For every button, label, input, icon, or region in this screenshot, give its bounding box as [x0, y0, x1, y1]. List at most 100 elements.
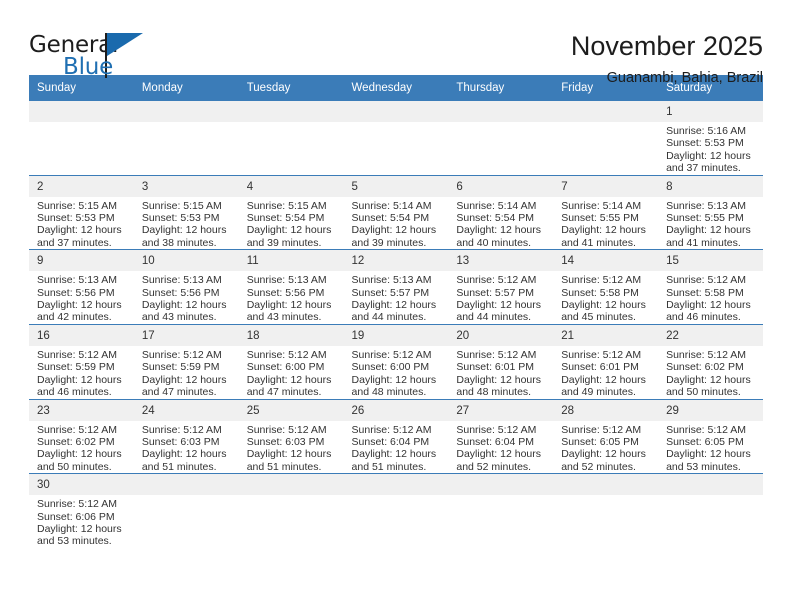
day-detail-line: Daylight: 12 hours — [37, 373, 122, 386]
day-details: Sunrise: 5:15 AM Sunset: 5:53 PM Daylight:… — [134, 197, 239, 250]
day-number: 22 — [658, 324, 763, 346]
day-detail-line: Daylight: 12 hours — [666, 448, 751, 461]
calendar-day-cell-empty — [448, 473, 554, 548]
calendar-day-cell[interactable]: 3 Sunrise: 5:15 AM Sunset: 5:53 PM Daylight… — [133, 175, 239, 251]
day-detail-line: Daylight: 12 hours — [666, 373, 751, 386]
day-detail-line: Daylight: 12 hours — [561, 448, 646, 461]
calendar-day-cell[interactable]: 23 Sunrise: 5:12 AM Sunset: 6:02 PM Dayligh… — [29, 399, 134, 475]
day-detail-line: and 43 minutes. — [246, 311, 322, 324]
calendar-day-cell[interactable]: 8 Sunrise: 5:13 AM Sunset: 5:55 PM Daylight… — [658, 175, 763, 251]
day-number: 13 — [448, 250, 554, 272]
day-detail-line: Sunrise: 5:14 AM — [456, 199, 537, 212]
day-details: Sunrise: 5:12 AM Sunset: 5:59 PM Daylight:… — [134, 346, 239, 399]
brand-logo[interactable]: General Blue — [29, 30, 149, 82]
day-detail-line: and 52 minutes. — [561, 460, 636, 473]
day-number: 27 — [448, 399, 554, 421]
day-detail-line: Sunrise: 5:13 AM — [37, 274, 117, 287]
day-detail-line: Sunrise: 5:12 AM — [456, 274, 537, 287]
day-number: 14 — [553, 250, 659, 272]
day-detail-line: Daylight: 12 hours — [561, 224, 646, 237]
day-detail-line: Daylight: 12 hours — [561, 373, 646, 386]
day-number: 9 — [29, 250, 134, 272]
day-detail-line: and 46 minutes. — [37, 386, 112, 399]
day-detail-line: and 41 minutes. — [666, 236, 741, 249]
day-details: Sunrise: 5:12 AM Sunset: 6:05 PM Daylight:… — [658, 421, 763, 474]
day-number: 12 — [343, 250, 449, 272]
calendar-day-cell[interactable]: 22 Sunrise: 5:12 AM Sunset: 6:02 PM Dayligh… — [658, 324, 763, 400]
calendar-body: 1 Sunrise: 5:16 AM Sunset: 5:53 PM Daylight… — [29, 101, 763, 548]
day-details: Sunrise: 5:12 AM Sunset: 6:05 PM Daylight:… — [553, 421, 658, 474]
day-number — [133, 101, 239, 122]
day-detail-line: Sunrise: 5:12 AM — [456, 423, 537, 436]
day-detail-line: Sunset: 5:53 PM — [141, 212, 220, 225]
calendar-day-cell[interactable]: 10 Sunrise: 5:13 AM Sunset: 5:56 PM Dayligh… — [133, 249, 239, 325]
day-number: 30 — [29, 474, 134, 496]
day-detail-line: and 43 minutes. — [141, 311, 217, 324]
day-number: 29 — [658, 399, 763, 421]
day-detail-line: and 37 minutes. — [37, 236, 112, 249]
calendar-day-cell[interactable]: 29 Sunrise: 5:12 AM Sunset: 6:05 PM Dayligh… — [658, 399, 763, 475]
day-detail-line: Daylight: 12 hours — [141, 224, 227, 237]
day-detail-line: Sunset: 6:00 PM — [246, 361, 325, 374]
calendar-day-cell[interactable]: 19 Sunrise: 5:12 AM Sunset: 6:00 PM Dayligh… — [343, 324, 449, 400]
calendar-day-cell[interactable]: 18 Sunrise: 5:12 AM Sunset: 6:00 PM Dayligh… — [238, 324, 344, 400]
calendar-day-cell[interactable]: 12 Sunrise: 5:13 AM Sunset: 5:57 PM Dayligh… — [343, 249, 449, 325]
day-detail-line: and 46 minutes. — [666, 311, 741, 324]
calendar-day-cell[interactable]: 1 Sunrise: 5:16 AM Sunset: 5:53 PM Daylight… — [658, 101, 763, 176]
calendar-day-cell[interactable]: 2 Sunrise: 5:15 AM Sunset: 5:53 PM Daylight… — [29, 175, 134, 251]
day-number — [238, 474, 344, 496]
calendar-day-cell-empty — [238, 473, 344, 548]
day-number: 11 — [238, 250, 344, 272]
day-number — [553, 474, 659, 496]
page-title: November 2025 — [570, 31, 763, 61]
calendar-day-cell[interactable]: 9 Sunrise: 5:13 AM Sunset: 5:56 PM Daylight… — [29, 249, 134, 325]
day-detail-line: Sunset: 6:05 PM — [561, 435, 639, 448]
day-detail-line: and 51 minutes. — [351, 460, 427, 473]
day-number — [133, 474, 239, 496]
calendar-day-cell[interactable]: 28 Sunrise: 5:12 AM Sunset: 6:05 PM Dayligh… — [553, 399, 659, 475]
day-number — [658, 474, 763, 496]
day-detail-line: and 44 minutes. — [456, 311, 532, 324]
day-detail-line: Daylight: 12 hours — [37, 522, 122, 535]
calendar-day-cell[interactable]: 6 Sunrise: 5:14 AM Sunset: 5:54 PM Daylight… — [448, 175, 554, 251]
calendar-day-cell[interactable]: 5 Sunrise: 5:14 AM Sunset: 5:54 PM Daylight… — [343, 175, 449, 251]
day-detail-line: and 51 minutes. — [141, 460, 217, 473]
calendar-day-cell[interactable]: 14 Sunrise: 5:12 AM Sunset: 5:58 PM Dayligh… — [553, 249, 659, 325]
day-detail-line: Daylight: 12 hours — [246, 224, 332, 237]
day-number — [238, 101, 344, 122]
day-details: Sunrise: 5:12 AM Sunset: 5:57 PM Daylight:… — [448, 271, 553, 324]
day-detail-line: Sunrise: 5:12 AM — [37, 498, 117, 511]
calendar-day-cell-empty — [553, 101, 659, 176]
calendar-week-row: 16 Sunrise: 5:12 AM Sunset: 5:59 PM Dayligh… — [29, 324, 763, 400]
day-detail-line: Sunset: 5:57 PM — [351, 286, 430, 299]
calendar-day-cell[interactable]: 16 Sunrise: 5:12 AM Sunset: 5:59 PM Dayligh… — [29, 324, 134, 400]
day-detail-line: Sunset: 6:04 PM — [456, 435, 535, 448]
day-details: Sunrise: 5:13 AM Sunset: 5:55 PM Daylight:… — [658, 197, 763, 250]
weekday-header-monday: Monday — [133, 75, 239, 101]
day-detail-line: Sunrise: 5:12 AM — [246, 423, 327, 436]
calendar-day-cell[interactable]: 26 Sunrise: 5:12 AM Sunset: 6:04 PM Dayligh… — [343, 399, 449, 475]
day-detail-line: Sunset: 5:56 PM — [37, 286, 115, 299]
calendar-day-cell[interactable]: 4 Sunrise: 5:15 AM Sunset: 5:54 PM Daylight… — [238, 175, 344, 251]
calendar-day-cell[interactable]: 20 Sunrise: 5:12 AM Sunset: 6:01 PM Dayligh… — [448, 324, 554, 400]
day-number — [343, 474, 449, 496]
calendar-day-cell[interactable]: 13 Sunrise: 5:12 AM Sunset: 5:57 PM Dayligh… — [448, 249, 554, 325]
day-details: Sunrise: 5:12 AM Sunset: 6:01 PM Daylight:… — [553, 346, 658, 399]
day-detail-line: Daylight: 12 hours — [456, 299, 542, 312]
calendar-day-cell[interactable]: 11 Sunrise: 5:13 AM Sunset: 5:56 PM Dayligh… — [238, 249, 344, 325]
weekday-header-wednesday: Wednesday — [343, 75, 449, 101]
calendar-day-cell[interactable]: 17 Sunrise: 5:12 AM Sunset: 5:59 PM Dayligh… — [133, 324, 239, 400]
day-number: 7 — [553, 175, 659, 197]
calendar-day-cell[interactable]: 21 Sunrise: 5:12 AM Sunset: 6:01 PM Dayligh… — [553, 324, 659, 400]
calendar-day-cell[interactable]: 27 Sunrise: 5:12 AM Sunset: 6:04 PM Dayligh… — [448, 399, 554, 475]
weekday-header-thursday: Thursday — [448, 75, 554, 101]
calendar-day-cell[interactable]: 15 Sunrise: 5:12 AM Sunset: 5:58 PM Dayligh… — [658, 249, 763, 325]
calendar-day-cell[interactable]: 25 Sunrise: 5:12 AM Sunset: 6:03 PM Dayligh… — [238, 399, 344, 475]
day-number: 15 — [658, 250, 763, 272]
calendar-day-cell[interactable]: 24 Sunrise: 5:12 AM Sunset: 6:03 PM Dayligh… — [133, 399, 239, 475]
calendar-day-cell[interactable]: 30 Sunrise: 5:12 AM Sunset: 6:06 PM Dayligh… — [29, 473, 134, 548]
calendar-day-cell[interactable]: 7 Sunrise: 5:14 AM Sunset: 5:55 PM Daylight… — [553, 175, 659, 251]
calendar-day-cell-empty — [29, 101, 134, 176]
day-detail-line: Daylight: 12 hours — [141, 299, 227, 312]
calendar-week-row: 2 Sunrise: 5:15 AM Sunset: 5:53 PM Daylight… — [29, 175, 763, 251]
